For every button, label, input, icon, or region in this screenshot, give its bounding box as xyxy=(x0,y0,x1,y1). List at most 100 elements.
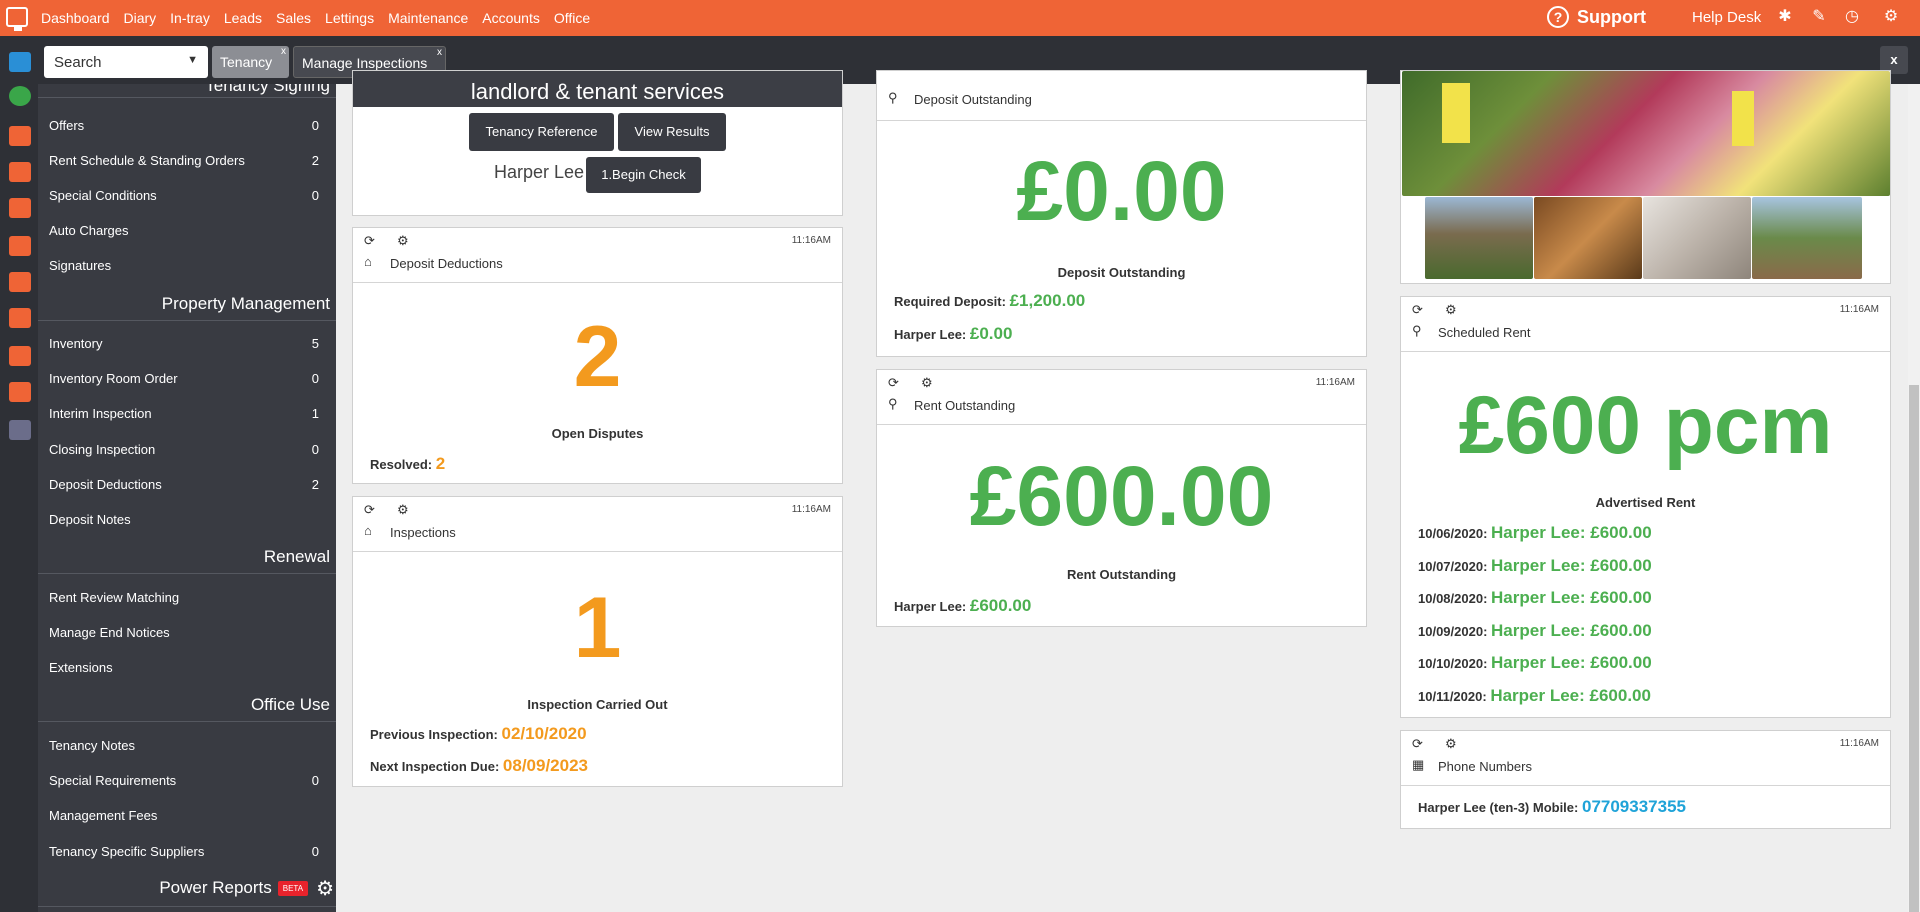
sidebar-item-tenancy-specific-suppliers[interactable]: Tenancy Specific Suppliers 0 xyxy=(49,844,324,864)
thumbnail-photo[interactable] xyxy=(1534,197,1642,279)
mobile-number-link[interactable]: 07709337355 xyxy=(1582,797,1686,816)
folder-icon[interactable] xyxy=(9,308,31,328)
nav-sales[interactable]: Sales xyxy=(276,10,311,26)
panel-header: ⚲ Deposit Outstanding xyxy=(877,71,1366,121)
house-icon: ⌂ xyxy=(364,254,372,269)
search-icon: ⚲ xyxy=(888,396,898,411)
inspections-count-value: 1 xyxy=(573,580,622,676)
nav-accounts[interactable]: Accounts xyxy=(482,10,540,26)
tenancy-reference-button[interactable]: Tenancy Reference xyxy=(469,113,614,151)
divider xyxy=(38,906,336,907)
houses-icon[interactable] xyxy=(9,272,31,292)
inbox-icon[interactable] xyxy=(9,126,31,146)
sidebar-item-management-fees[interactable]: Management Fees xyxy=(49,808,324,828)
sidebar: Tenancy Signing Offers 0 Rent Schedule & … xyxy=(38,84,336,912)
calendar-icon[interactable] xyxy=(9,52,31,72)
deposit-outstanding-caption: Deposit Outstanding xyxy=(1057,265,1186,280)
home-icon[interactable] xyxy=(9,162,31,182)
support-link[interactable]: ? Support xyxy=(1547,6,1646,28)
next-inspection-line: Next Inspection Due: 08/09/2023 xyxy=(370,756,589,775)
refresh-icon[interactable]: ⟳ xyxy=(1412,302,1423,318)
panel-time: 11:16AM xyxy=(1315,377,1355,388)
thumbnail-photo[interactable] xyxy=(1752,197,1862,279)
sidebar-item-inventory[interactable]: Inventory 5 xyxy=(49,336,324,356)
app-logo-icon[interactable] xyxy=(6,7,28,31)
open-disputes-value: 2 xyxy=(573,309,622,405)
transfer-icon[interactable] xyxy=(9,346,31,366)
panel-title: Deposit Outstanding xyxy=(914,92,1032,107)
alert-icon[interactable]: ✱ xyxy=(1776,8,1794,26)
refresh-icon[interactable]: ⟳ xyxy=(1412,736,1423,752)
divider xyxy=(38,721,336,722)
gear-icon[interactable]: ⚙ xyxy=(397,233,409,249)
gear-icon[interactable]: ⚙ xyxy=(1445,736,1457,752)
sidebar-item-special-requirements[interactable]: Special Requirements 0 xyxy=(49,773,324,793)
nav-in-tray[interactable]: In-tray xyxy=(170,10,210,26)
sidebar-item-offers[interactable]: Offers 0 xyxy=(49,118,324,138)
sidebar-item-deposit-notes[interactable]: Deposit Notes xyxy=(49,512,324,532)
checklist-icon[interactable] xyxy=(9,382,31,402)
refresh-icon[interactable]: ⟳ xyxy=(364,233,375,249)
gear-icon[interactable]: ⚙ xyxy=(1445,302,1457,318)
tab-tenancy[interactable]: Tenancy x xyxy=(212,46,289,78)
begin-check-button[interactable]: 1.Begin Check xyxy=(586,157,701,193)
inspections-caption: Inspection Carried Out xyxy=(527,697,668,712)
beta-badge: BETA xyxy=(277,881,309,896)
gear-icon[interactable]: ⚙ xyxy=(921,375,933,391)
tenant-deposit-line: Harper Lee: £0.00 xyxy=(894,324,1013,343)
deposit-outstanding-value: £0.00 xyxy=(1016,144,1227,238)
section-power-reports[interactable]: Power Reports BETA ⚙ xyxy=(159,876,334,901)
sidebar-item-inventory-room-order[interactable]: Inventory Room Order 0 xyxy=(49,371,324,391)
view-results-button[interactable]: View Results xyxy=(618,113,726,151)
edit-icon[interactable]: ✎ xyxy=(1810,8,1828,26)
nav-diary[interactable]: Diary xyxy=(124,10,157,26)
clover-icon[interactable] xyxy=(9,86,31,106)
sidebar-item-manage-end-notices[interactable]: Manage End Notices xyxy=(49,625,324,645)
search-value: Search xyxy=(54,54,102,71)
nav-leads[interactable]: Leads xyxy=(224,10,262,26)
sidebar-item-special-conditions[interactable]: Special Conditions 0 xyxy=(49,188,324,208)
building-icon[interactable] xyxy=(9,236,31,256)
help-desk-link[interactable]: Help Desk xyxy=(1692,9,1761,26)
sidebar-item-interim-inspection[interactable]: Interim Inspection 1 xyxy=(49,406,324,426)
main-property-photo[interactable] xyxy=(1402,71,1890,196)
scrollbar-thumb[interactable] xyxy=(1909,385,1919,912)
sidebar-item-closing-inspection[interactable]: Closing Inspection 0 xyxy=(49,442,324,462)
service-banner: landlord & tenant services xyxy=(353,71,842,107)
tab-close-icon[interactable]: x xyxy=(437,47,442,58)
thumbnail-photo[interactable] xyxy=(1643,197,1751,279)
maintenance-icon[interactable] xyxy=(9,198,31,218)
nav-office[interactable]: Office xyxy=(554,10,590,26)
sidebar-item-extensions[interactable]: Extensions xyxy=(49,660,324,680)
rent-outstanding-value: £600.00 xyxy=(969,449,1274,543)
panel-header: ⟳ ⚙ 11:16AM ⚲ Scheduled Rent xyxy=(1401,297,1890,352)
sidebar-item-deposit-deductions[interactable]: Deposit Deductions 2 xyxy=(49,477,324,497)
sidebar-item-rent-review-matching[interactable]: Rent Review Matching xyxy=(49,590,324,610)
nav-maintenance[interactable]: Maintenance xyxy=(388,10,468,26)
gear-icon[interactable]: ⚙ xyxy=(1882,8,1900,26)
open-disputes-caption: Open Disputes xyxy=(551,426,644,441)
refresh-icon[interactable]: ⟳ xyxy=(364,502,375,518)
sidebar-item-rent-schedule[interactable]: Rent Schedule & Standing Orders 2 xyxy=(49,153,324,173)
sidebar-item-tenancy-notes[interactable]: Tenancy Notes xyxy=(49,738,324,758)
refresh-icon[interactable]: ⟳ xyxy=(888,375,899,391)
gear-icon[interactable]: ⚙ xyxy=(397,502,409,518)
search-icon: ⚲ xyxy=(1412,323,1422,338)
search-input[interactable]: Search ▼ xyxy=(44,46,208,78)
section-property-management: Property Management xyxy=(161,294,330,313)
sidebar-item-signatures[interactable]: Signatures xyxy=(49,258,324,278)
chevron-down-icon[interactable]: ▼ xyxy=(187,54,198,66)
nav-lettings[interactable]: Lettings xyxy=(325,10,374,26)
panel-title: Phone Numbers xyxy=(1438,759,1532,774)
timer-icon[interactable]: ◷ xyxy=(1843,8,1861,26)
tab-close-icon[interactable]: x xyxy=(281,46,286,57)
thumbnail-photo[interactable] xyxy=(1425,197,1533,279)
divider xyxy=(38,573,336,574)
gear-icon[interactable]: ⚙ xyxy=(316,876,334,901)
nav-dashboard[interactable]: Dashboard xyxy=(41,10,110,26)
sidebar-item-auto-charges[interactable]: Auto Charges xyxy=(49,223,324,243)
module-icon-strip xyxy=(0,36,38,912)
panel-time: 11:16AM xyxy=(1839,304,1879,315)
users-icon[interactable] xyxy=(9,420,31,440)
panel-header: ⟳ ⚙ 11:16AM ▦ Phone Numbers xyxy=(1401,731,1890,786)
